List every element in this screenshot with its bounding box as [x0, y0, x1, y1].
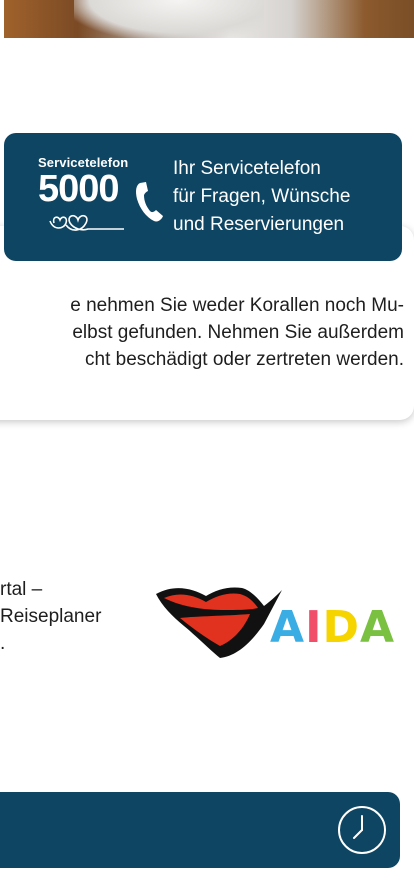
servicetelefon-logo: Servicetelefon 5000 [38, 153, 168, 243]
hero-image [0, 0, 414, 40]
servicetelefon-number: 5000 [38, 168, 120, 210]
service-line-2: für Fragen, Wünsche [173, 186, 351, 207]
phone-icon [136, 182, 163, 222]
page: Servicetelefon 5000 Ihr Servicetelefon f… [0, 0, 414, 884]
lips-icon [156, 587, 282, 658]
clock-icon [353, 815, 363, 839]
service-line-3: und Reservierungen [173, 214, 345, 235]
service-phone-card[interactable]: Servicetelefon 5000 Ihr Servicetelefon f… [4, 133, 402, 261]
portal-line: . [0, 633, 6, 654]
info-line: elbst gefunden. Nehmen Sie außerdem [72, 322, 404, 343]
aida-letter-d: D [322, 602, 360, 653]
portal-line: Reiseplaner [0, 606, 102, 627]
aida-letter-i: I [305, 602, 323, 653]
coral-info-paragraph: e nehmen Sie weder Korallen noch Mu- elb… [0, 292, 414, 373]
hearts-icon [49, 214, 124, 231]
info-line: e nehmen Sie weder Korallen noch Mu- [70, 295, 404, 316]
portal-line: rtal – [0, 579, 43, 600]
aida-letter-a: A [270, 602, 306, 653]
portal-paragraph: rtal – Reiseplaner . [0, 576, 101, 657]
aida-wordmark: AIDA [270, 602, 395, 654]
clock-button[interactable] [338, 806, 386, 854]
aida-letter-a-2: A [359, 602, 396, 653]
aida-logo[interactable]: AIDA [154, 584, 404, 662]
service-line-1: Ihr Servicetelefon [173, 158, 321, 179]
service-phone-description: Ihr Servicetelefon für Fragen, Wünsche u… [173, 155, 350, 239]
hero-image-photo [4, 0, 414, 38]
info-line: cht beschädigt oder zertreten werden. [85, 349, 404, 370]
